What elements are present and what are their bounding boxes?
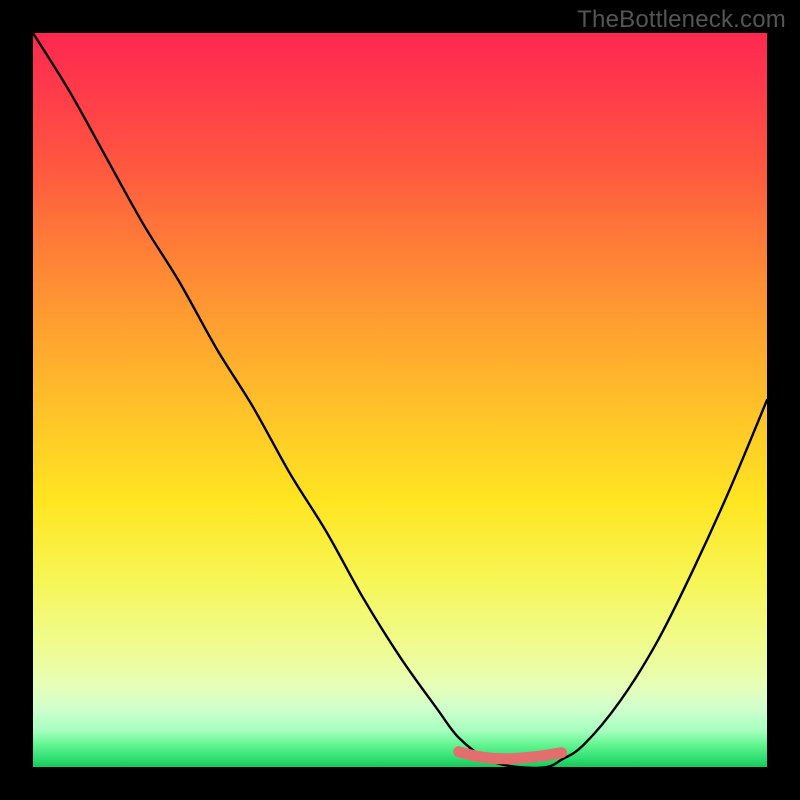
optimum-marker bbox=[459, 752, 562, 759]
bottleneck-curve bbox=[33, 33, 767, 768]
watermark-text: TheBottleneck.com bbox=[577, 6, 786, 34]
chart-overlay bbox=[33, 33, 767, 767]
chart-frame: TheBottleneck.com bbox=[0, 0, 800, 800]
